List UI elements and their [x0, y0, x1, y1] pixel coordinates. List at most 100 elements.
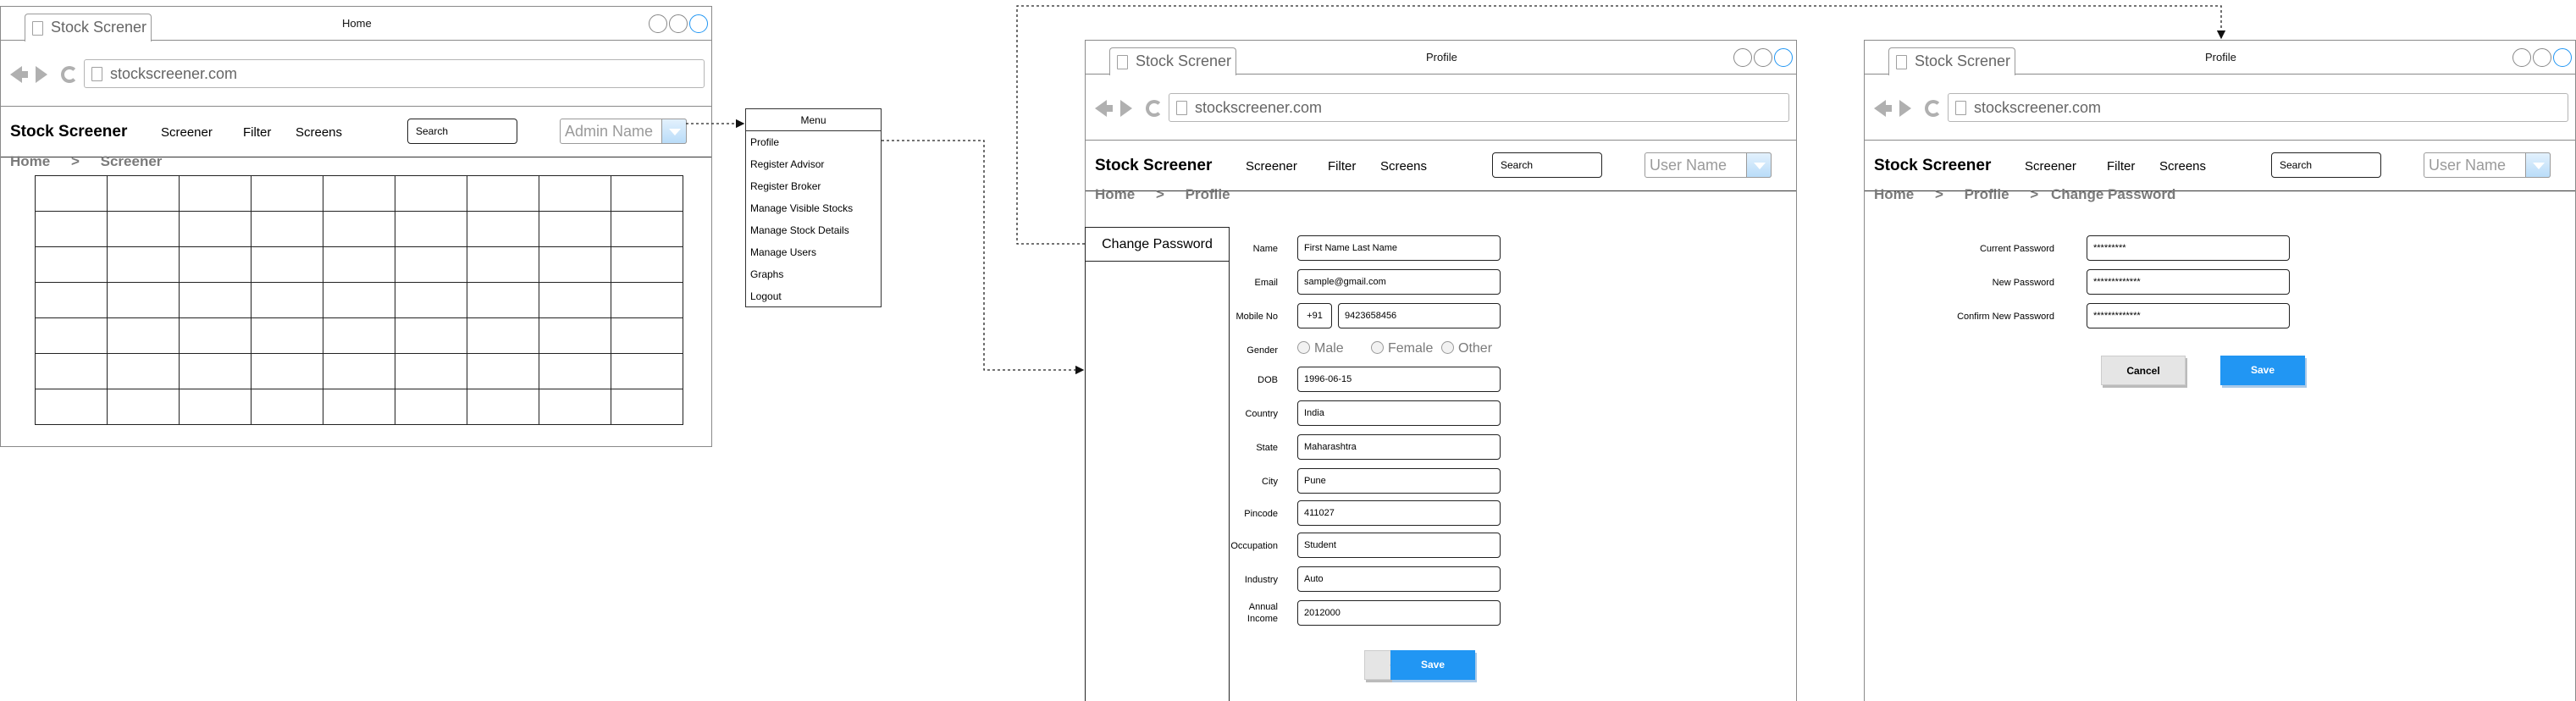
table-cell[interactable] — [395, 211, 467, 247]
url-field[interactable]: stockscreener.com — [1948, 93, 2568, 122]
table-cell[interactable] — [323, 317, 395, 354]
table-cell[interactable] — [539, 282, 611, 318]
nav-screener[interactable]: Screener — [161, 125, 213, 140]
nav-filter[interactable]: Filter — [1328, 159, 1356, 174]
menu-item-manage-visible-stocks[interactable]: Manage Visible Stocks — [746, 197, 881, 219]
close-icon[interactable] — [1774, 48, 1793, 67]
save-button[interactable]: Save — [2220, 356, 2305, 385]
table-cell[interactable] — [35, 317, 108, 354]
reload-icon[interactable] — [61, 66, 78, 83]
menu-item-graphs[interactable]: Graphs — [746, 263, 881, 285]
forward-icon[interactable] — [1120, 100, 1132, 117]
table-cell[interactable] — [611, 389, 683, 425]
table-cell[interactable] — [251, 317, 323, 354]
table-cell[interactable] — [395, 282, 467, 318]
nav-screener[interactable]: Screener — [2025, 159, 2076, 174]
table-cell[interactable] — [107, 282, 180, 318]
table-cell[interactable] — [395, 175, 467, 212]
url-field[interactable]: stockscreener.com — [84, 59, 705, 88]
state-field[interactable]: Maharashtra — [1297, 434, 1501, 460]
table-cell[interactable] — [251, 175, 323, 212]
table-cell[interactable] — [107, 353, 180, 389]
chevron-down-icon[interactable] — [2525, 152, 2551, 178]
table-cell[interactable] — [251, 389, 323, 425]
reload-icon[interactable] — [1146, 100, 1163, 117]
confirm-password-field[interactable]: ************* — [2087, 303, 2290, 328]
search-input[interactable]: Search — [407, 119, 517, 144]
table-cell[interactable] — [179, 389, 252, 425]
table-cell[interactable] — [107, 211, 180, 247]
maximize-icon[interactable] — [669, 14, 688, 33]
nav-screens[interactable]: Screens — [2159, 159, 2206, 174]
table-cell[interactable] — [179, 211, 252, 247]
minimize-icon[interactable] — [2512, 48, 2531, 67]
gender-female-radio[interactable]: Female — [1371, 341, 1433, 356]
income-field[interactable]: 2012000 — [1297, 600, 1501, 626]
table-cell[interactable] — [107, 389, 180, 425]
table-cell[interactable] — [467, 317, 539, 354]
menu-item-profile[interactable]: Profile — [746, 131, 881, 153]
crumb-home[interactable]: Home — [10, 153, 50, 170]
table-cell[interactable] — [395, 317, 467, 354]
table-cell[interactable] — [467, 246, 539, 283]
table-cell[interactable] — [251, 353, 323, 389]
maximize-icon[interactable] — [1754, 48, 1772, 67]
table-cell[interactable] — [467, 353, 539, 389]
user-dropdown[interactable]: User Name — [2424, 152, 2551, 178]
nav-screens[interactable]: Screens — [1380, 159, 1427, 174]
chevron-down-icon[interactable] — [661, 119, 687, 144]
menu-item-logout[interactable]: Logout — [746, 285, 881, 307]
table-cell[interactable] — [467, 175, 539, 212]
table-cell[interactable] — [611, 353, 683, 389]
table-cell[interactable] — [35, 211, 108, 247]
table-cell[interactable] — [251, 246, 323, 283]
table-cell[interactable] — [251, 282, 323, 318]
table-cell[interactable] — [611, 246, 683, 283]
menu-item-register-advisor[interactable]: Register Advisor — [746, 153, 881, 175]
reload-icon[interactable] — [1925, 100, 1942, 117]
pincode-field[interactable]: 411027 — [1297, 500, 1501, 526]
table-cell[interactable] — [539, 353, 611, 389]
table-cell[interactable] — [179, 175, 252, 212]
crumb-home[interactable]: Home — [1095, 186, 1135, 203]
user-dropdown[interactable]: User Name — [1645, 152, 1772, 178]
table-cell[interactable] — [539, 246, 611, 283]
new-password-field[interactable]: ************* — [2087, 269, 2290, 295]
save-button[interactable]: Save — [1390, 650, 1475, 680]
user-dropdown[interactable]: Admin Name — [560, 119, 687, 144]
table-cell[interactable] — [179, 246, 252, 283]
cancel-button[interactable]: Cancel — [2101, 356, 2186, 385]
search-input[interactable]: Search — [2271, 152, 2381, 178]
back-icon[interactable] — [1095, 100, 1113, 117]
city-field[interactable]: Pune — [1297, 468, 1501, 494]
back-icon[interactable] — [1874, 100, 1892, 117]
table-cell[interactable] — [467, 389, 539, 425]
table-cell[interactable] — [323, 211, 395, 247]
email-field[interactable]: sample@gmail.com — [1297, 269, 1501, 295]
menu-item-manage-users[interactable]: Manage Users — [746, 241, 881, 263]
close-icon[interactable] — [689, 14, 708, 33]
table-cell[interactable] — [35, 282, 108, 318]
industry-field[interactable]: Auto — [1297, 566, 1501, 592]
search-input[interactable]: Search — [1492, 152, 1602, 178]
table-cell[interactable] — [539, 317, 611, 354]
table-cell[interactable] — [251, 211, 323, 247]
menu-item-register-broker[interactable]: Register Broker — [746, 175, 881, 197]
forward-icon[interactable] — [1899, 100, 1911, 117]
table-cell[interactable] — [467, 282, 539, 318]
table-cell[interactable] — [539, 389, 611, 425]
table-cell[interactable] — [611, 211, 683, 247]
chevron-down-icon[interactable] — [1746, 152, 1772, 178]
url-field[interactable]: stockscreener.com — [1169, 93, 1789, 122]
back-icon[interactable] — [10, 66, 28, 83]
gender-male-radio[interactable]: Male — [1297, 341, 1344, 356]
country-field[interactable]: India — [1297, 400, 1501, 426]
table-cell[interactable] — [323, 175, 395, 212]
table-cell[interactable] — [323, 282, 395, 318]
crumb-home[interactable]: Home — [1874, 186, 1914, 203]
table-cell[interactable] — [179, 282, 252, 318]
table-cell[interactable] — [35, 389, 108, 425]
table-cell[interactable] — [395, 353, 467, 389]
table-cell[interactable] — [611, 175, 683, 212]
gender-other-radio[interactable]: Other — [1441, 341, 1492, 356]
